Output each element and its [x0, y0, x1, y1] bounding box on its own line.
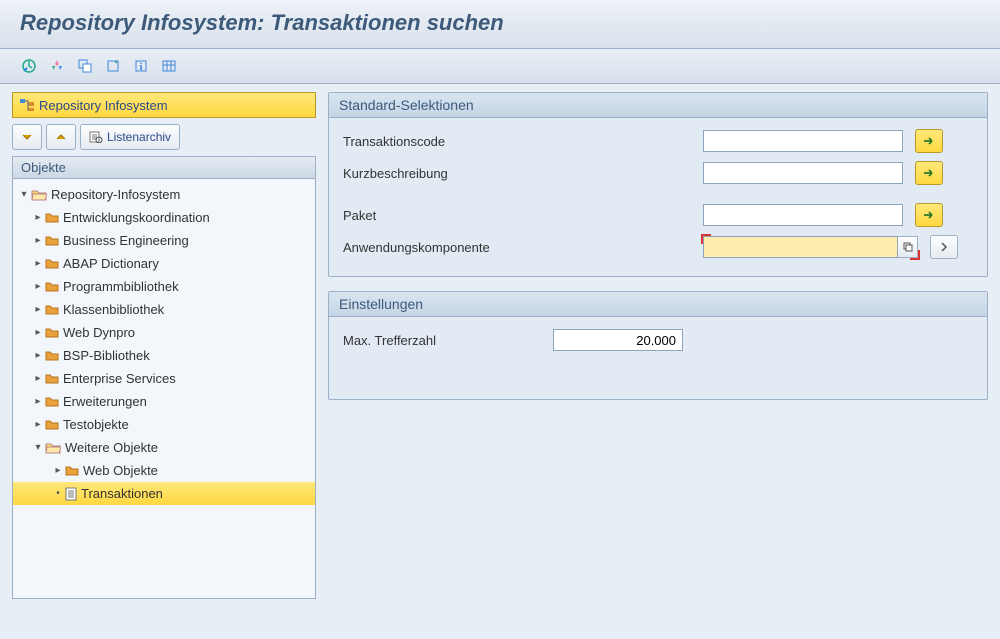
collapse-all-button[interactable]: [12, 124, 42, 150]
tree-item[interactable]: ▸ Programmbibliothek: [13, 275, 315, 298]
sidebar-title-strip: Repository Infosystem: [12, 92, 316, 118]
main-area: Repository Infosystem Listenarchiv Objek…: [0, 84, 1000, 633]
folder-icon: [45, 235, 59, 246]
tree-item-label: BSP-Bibliothek: [63, 348, 150, 363]
folder-icon: [45, 212, 59, 223]
multi-select-button[interactable]: [930, 235, 958, 259]
expand-icon[interactable]: ▸: [33, 235, 43, 246]
transaction-code-input[interactable]: [703, 130, 903, 152]
tree-item-label: Programmbibliothek: [63, 279, 179, 294]
expand-icon[interactable]: ▸: [33, 419, 43, 430]
folder-icon: [45, 419, 59, 430]
expand-all-button[interactable]: [46, 124, 76, 150]
folder-icon: [65, 465, 79, 476]
folder-open-icon: [31, 189, 47, 201]
tree-item-label: Weitere Objekte: [65, 440, 158, 455]
appcomp-input[interactable]: [703, 236, 898, 258]
title-bar: Repository Infosystem: Transaktionen suc…: [0, 0, 1000, 49]
package-label: Paket: [343, 208, 593, 223]
tree-item[interactable]: ▸ Entwicklungskoordination: [13, 206, 315, 229]
max-hits-label: Max. Trefferzahl: [343, 333, 553, 348]
tree-item[interactable]: ▸ Testobjekte: [13, 413, 315, 436]
app-toolbar: i: [0, 49, 1000, 84]
expand-icon[interactable]: ▸: [33, 373, 43, 384]
tree-item[interactable]: ▸ Erweiterungen: [13, 390, 315, 413]
tree-item-label: Web Objekte: [83, 463, 158, 478]
package-input[interactable]: [703, 204, 903, 226]
max-hits-input[interactable]: [553, 329, 683, 351]
multi-select-button[interactable]: [915, 129, 943, 153]
group-header: Einstellungen: [329, 292, 987, 317]
list-archive-button[interactable]: Listenarchiv: [80, 124, 180, 150]
tree-item[interactable]: ▸ Klassenbibliothek: [13, 298, 315, 321]
transaction-code-label: Transaktionscode: [343, 134, 593, 149]
tree-item-transactions[interactable]: • Transaktionen: [13, 482, 315, 505]
left-panel: Repository Infosystem Listenarchiv Objek…: [0, 84, 320, 633]
new-icon[interactable]: [102, 55, 124, 77]
tree-item[interactable]: ▸ Business Engineering: [13, 229, 315, 252]
folder-icon: [45, 373, 59, 384]
info-icon[interactable]: i: [130, 55, 152, 77]
tree-item-label: Klassenbibliothek: [63, 302, 164, 317]
tree-item[interactable]: ▸ Enterprise Services: [13, 367, 315, 390]
tree-item-label: Testobjekte: [63, 417, 129, 432]
collapse-icon[interactable]: ▾: [33, 442, 43, 453]
leaf-icon: •: [53, 488, 63, 499]
tree-item-label: Enterprise Services: [63, 371, 176, 386]
tree-item-label: Web Dynpro: [63, 325, 135, 340]
page-title: Repository Infosystem: Transaktionen suc…: [20, 10, 504, 35]
multi-select-button[interactable]: [915, 203, 943, 227]
tree-root-label: Repository-Infosystem: [51, 187, 180, 202]
tree-root[interactable]: ▾ Repository-Infosystem: [13, 183, 315, 206]
table-icon[interactable]: [158, 55, 180, 77]
folder-icon: [45, 281, 59, 292]
folder-icon: [45, 258, 59, 269]
expand-icon[interactable]: ▸: [33, 396, 43, 407]
variants-icon[interactable]: [46, 55, 68, 77]
expand-icon[interactable]: ▸: [33, 258, 43, 269]
folder-icon: [45, 396, 59, 407]
collapse-icon[interactable]: ▾: [19, 189, 29, 200]
tree-item-label: Business Engineering: [63, 233, 189, 248]
multi-select-button[interactable]: [915, 161, 943, 185]
tree-item-more-objects[interactable]: ▾ Weitere Objekte: [13, 436, 315, 459]
settings-group: Einstellungen Max. Trefferzahl: [328, 291, 988, 400]
short-desc-label: Kurzbeschreibung: [343, 166, 593, 181]
list-archive-label: Listenarchiv: [107, 130, 171, 144]
tree-item[interactable]: ▸ ABAP Dictionary: [13, 252, 315, 275]
expand-icon[interactable]: ▸: [33, 304, 43, 315]
standard-selections-group: Standard-Selektionen Transaktionscode Ku…: [328, 92, 988, 277]
expand-icon[interactable]: ▸: [33, 327, 43, 338]
copy-icon[interactable]: [74, 55, 96, 77]
hierarchy-icon: [19, 98, 35, 112]
expand-icon[interactable]: ▸: [53, 465, 63, 476]
sidebar-title: Repository Infosystem: [39, 98, 168, 113]
expand-icon[interactable]: ▸: [33, 212, 43, 223]
tree-item[interactable]: ▸ Web Dynpro: [13, 321, 315, 344]
short-desc-input[interactable]: [703, 162, 903, 184]
tree-mini-toolbar: Listenarchiv: [12, 124, 316, 150]
svg-text:i: i: [139, 61, 142, 73]
tree-header: Objekte: [12, 156, 316, 179]
object-tree[interactable]: ▾ Repository-Infosystem ▸ Entwicklungskoo…: [12, 179, 316, 599]
tree-item-label: ABAP Dictionary: [63, 256, 159, 271]
tree-item[interactable]: ▸ BSP-Bibliothek: [13, 344, 315, 367]
folder-icon: [45, 304, 59, 315]
right-panel: Standard-Selektionen Transaktionscode Ku…: [320, 84, 1000, 633]
appcomp-label: Anwendungskomponente: [343, 240, 593, 255]
tree-item-label: Erweiterungen: [63, 394, 147, 409]
value-help-button[interactable]: [898, 236, 918, 258]
tree-item-label: Entwicklungskoordination: [63, 210, 210, 225]
folder-open-icon: [45, 442, 61, 454]
document-icon: [65, 487, 77, 501]
folder-icon: [45, 350, 59, 361]
tree-item-label: Transaktionen: [81, 486, 163, 501]
expand-icon[interactable]: ▸: [33, 350, 43, 361]
execute-icon[interactable]: [18, 55, 40, 77]
group-header: Standard-Selektionen: [329, 93, 987, 118]
folder-icon: [45, 327, 59, 338]
expand-icon[interactable]: ▸: [33, 281, 43, 292]
tree-item-web-objects[interactable]: ▸ Web Objekte: [13, 459, 315, 482]
